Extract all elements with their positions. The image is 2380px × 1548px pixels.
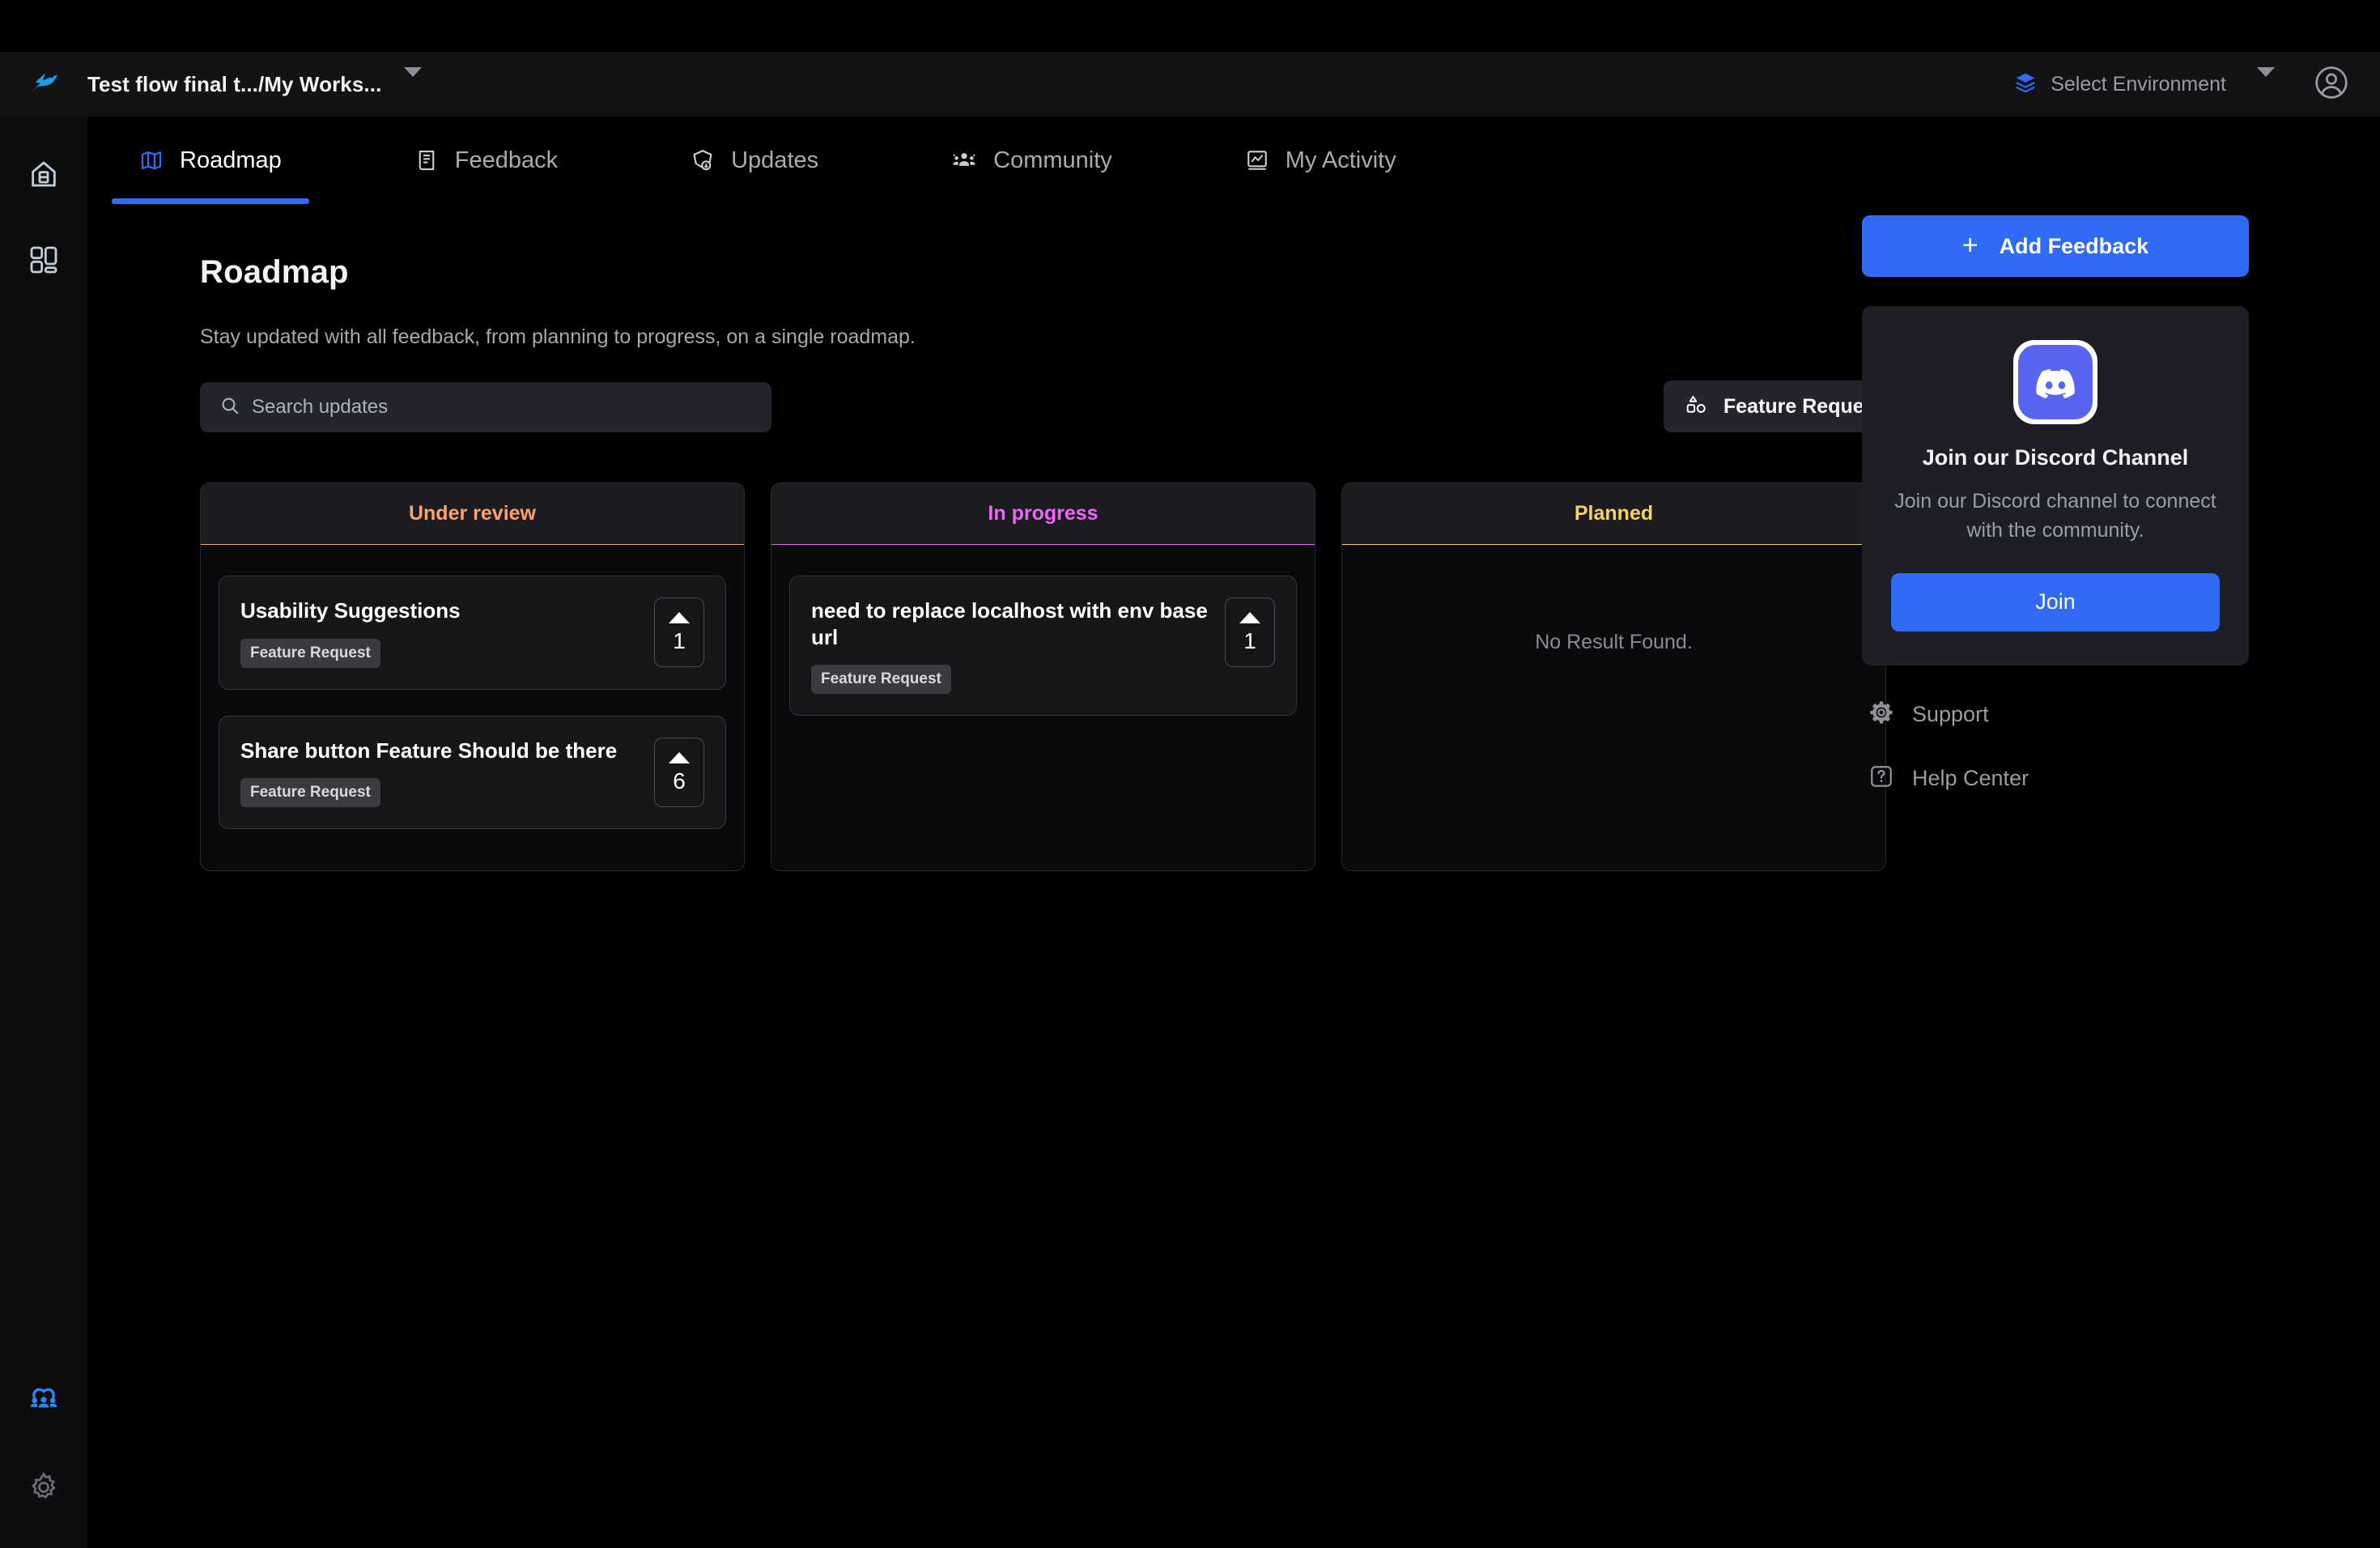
search-icon bbox=[219, 395, 240, 420]
column-header: Planned bbox=[1342, 483, 1885, 545]
activity-chart-icon bbox=[1245, 148, 1269, 172]
roadmap-card[interactable]: Share button Feature Should be there Fea… bbox=[219, 715, 726, 829]
join-label: Join bbox=[2035, 589, 2076, 614]
upvote-button[interactable]: 1 bbox=[1225, 598, 1275, 667]
card-title: Share button Feature Should be there bbox=[240, 738, 618, 763]
roadmap-board: Under review Usability Suggestions Featu… bbox=[200, 483, 1966, 871]
card-content: Share button Feature Should be there Fea… bbox=[240, 738, 640, 807]
page-title: Roadmap bbox=[200, 254, 349, 290]
updates-badge-icon bbox=[691, 148, 715, 172]
gear-icon bbox=[28, 1471, 60, 1508]
help-center-label: Help Center bbox=[1912, 765, 2029, 790]
gear-icon bbox=[1868, 700, 1894, 729]
left-rail-bottom-group bbox=[16, 1375, 71, 1548]
add-feedback-label: Add Feedback bbox=[1999, 233, 2149, 258]
upvote-count: 1 bbox=[673, 628, 686, 653]
tab-label: Community bbox=[993, 147, 1112, 173]
chevron-down-icon bbox=[404, 67, 423, 91]
sidebar-item-settings[interactable] bbox=[16, 1464, 71, 1514]
environment-label: Select Environment bbox=[2051, 72, 2226, 96]
support-label: Support bbox=[1912, 701, 1989, 726]
sidebar-item-community[interactable] bbox=[16, 1375, 71, 1425]
sidebar-item-dashboard[interactable] bbox=[16, 236, 71, 287]
column-title: In progress bbox=[988, 502, 1099, 525]
plus-icon: + bbox=[1961, 229, 1978, 261]
discord-join-button[interactable]: Join bbox=[1891, 572, 2220, 632]
support-link[interactable]: Support bbox=[1862, 700, 2341, 729]
card-content: need to replace localhost with env base … bbox=[811, 598, 1210, 694]
tab-label: My Activity bbox=[1285, 147, 1396, 173]
filter-selected-value: Feature Request bbox=[1723, 394, 1882, 418]
account-button[interactable] bbox=[2314, 65, 2349, 104]
caret-up-icon bbox=[669, 751, 690, 763]
discord-description: Join our Discord channel to connect with… bbox=[1894, 490, 2216, 542]
users-group-icon bbox=[27, 1381, 61, 1419]
card-content: Usability Suggestions Feature Request bbox=[240, 598, 640, 668]
layers-icon bbox=[2013, 70, 2038, 99]
left-rail bbox=[0, 117, 87, 1548]
empty-state-message: No Result Found. bbox=[1535, 631, 1693, 653]
top-bar-right: Select Environment bbox=[2005, 64, 2380, 105]
feedback-note-icon bbox=[414, 148, 439, 172]
board-column-under-review: Under review Usability Suggestions Featu… bbox=[200, 483, 745, 871]
tab-my-activity[interactable]: My Activity bbox=[1218, 117, 1424, 204]
page-subtitle: Stay updated with all feedback, from pla… bbox=[200, 325, 916, 348]
column-body: No Result Found. bbox=[1342, 545, 1885, 870]
upvote-button[interactable]: 1 bbox=[654, 598, 704, 667]
people-icon bbox=[951, 147, 977, 173]
card-title: need to replace localhost with env base … bbox=[811, 598, 1208, 649]
column-header: Under review bbox=[201, 483, 744, 545]
caret-up-icon bbox=[669, 612, 690, 623]
column-body: need to replace localhost with env base … bbox=[771, 545, 1315, 870]
breadcrumb-selector[interactable]: Test flow final t.../My Works... bbox=[87, 67, 423, 97]
board-column-in-progress: In progress need to replace localhost wi… bbox=[771, 483, 1315, 871]
help-center-link[interactable]: Help Center bbox=[1862, 763, 2341, 793]
map-icon bbox=[139, 148, 164, 172]
card-tag: Feature Request bbox=[811, 665, 951, 694]
main-tab-bar: Roadmap Feedback Updates Community My Ac… bbox=[87, 117, 2380, 204]
tab-updates[interactable]: Updates bbox=[663, 117, 846, 204]
sidebar-item-home[interactable] bbox=[16, 151, 71, 201]
layout-grid-icon bbox=[28, 244, 60, 280]
search-placeholder: Search updates bbox=[252, 396, 389, 418]
roadmap-card[interactable]: Usability Suggestions Feature Request 1 bbox=[219, 576, 726, 690]
column-body: Usability Suggestions Feature Request 1 … bbox=[201, 545, 744, 870]
tab-community[interactable]: Community bbox=[924, 117, 1140, 204]
tab-label: Roadmap bbox=[180, 147, 282, 173]
discord-title: Join our Discord Channel bbox=[1922, 445, 2189, 470]
column-title: Under review bbox=[408, 502, 536, 525]
tab-label: Feedback bbox=[454, 147, 559, 173]
discord-icon bbox=[2013, 340, 2097, 424]
home-icon bbox=[28, 158, 60, 194]
caret-up-icon bbox=[1239, 612, 1260, 623]
card-tag: Feature Request bbox=[240, 778, 380, 807]
app-logo[interactable] bbox=[0, 66, 87, 104]
app-window: Test flow final t.../My Works... Select … bbox=[0, 0, 2380, 1548]
upvote-count: 6 bbox=[673, 768, 686, 793]
upvote-button[interactable]: 6 bbox=[654, 737, 704, 807]
tab-label: Updates bbox=[731, 147, 819, 173]
top-bar: Test flow final t.../My Works... Select … bbox=[0, 52, 2380, 117]
shapes-icon bbox=[1685, 393, 1707, 420]
right-sidebar: + Add Feedback Join our Discord Channel … bbox=[1862, 204, 2380, 793]
tab-feedback[interactable]: Feedback bbox=[387, 117, 585, 204]
left-rail-top-group bbox=[16, 117, 71, 287]
user-circle-icon bbox=[2314, 65, 2349, 104]
roadmap-card[interactable]: need to replace localhost with env base … bbox=[789, 576, 1297, 716]
search-input[interactable]: Search updates bbox=[200, 382, 771, 432]
card-title: Usability Suggestions bbox=[240, 598, 461, 623]
board-column-planned: Planned No Result Found. bbox=[1341, 483, 1886, 871]
tab-roadmap[interactable]: Roadmap bbox=[112, 117, 309, 204]
discord-promo-card: Join our Discord Channel Join our Discor… bbox=[1862, 306, 2249, 666]
bird-logo-icon bbox=[27, 66, 61, 104]
question-box-icon bbox=[1868, 763, 1894, 793]
column-header: In progress bbox=[771, 483, 1315, 545]
environment-selector[interactable]: Select Environment bbox=[2005, 64, 2283, 105]
breadcrumb: Test flow final t.../My Works... bbox=[87, 71, 382, 96]
column-title: Planned bbox=[1574, 502, 1654, 525]
add-feedback-button[interactable]: + Add Feedback bbox=[1862, 215, 2249, 277]
upvote-count: 1 bbox=[1243, 628, 1256, 653]
chevron-down-icon bbox=[2257, 67, 2275, 91]
card-tag: Feature Request bbox=[240, 638, 380, 668]
